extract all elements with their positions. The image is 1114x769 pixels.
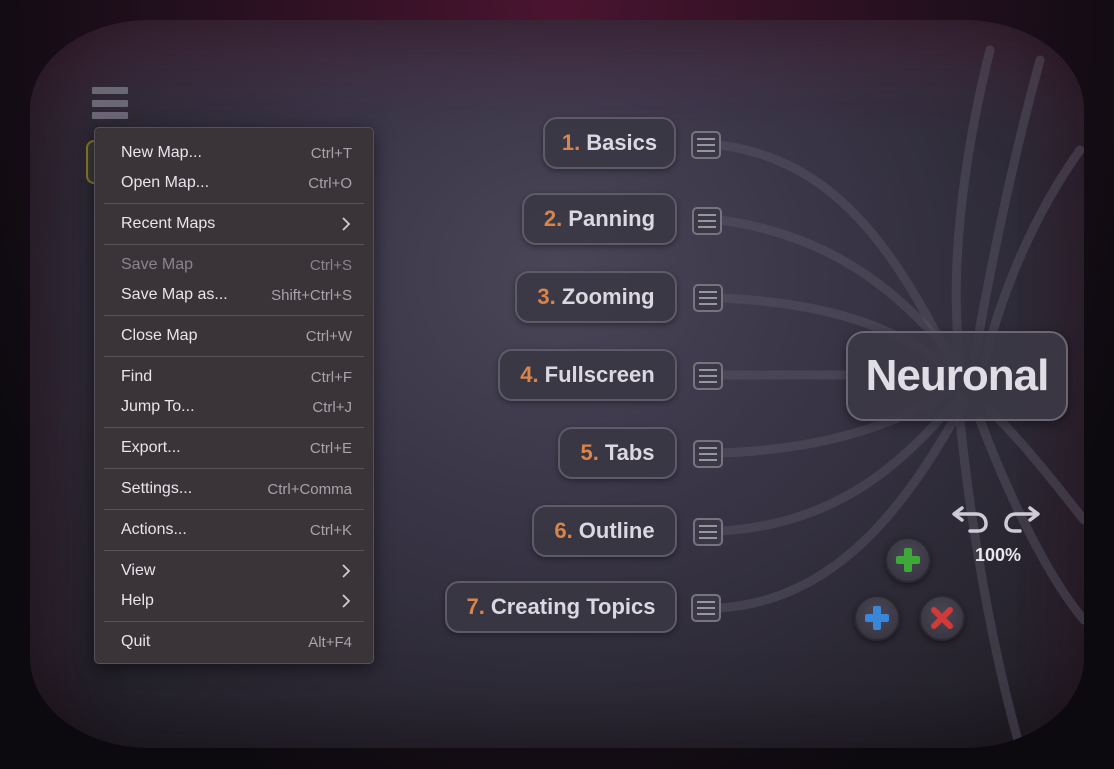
menu-separator bbox=[104, 356, 364, 357]
chevron-right-icon bbox=[342, 594, 351, 608]
menu-separator bbox=[104, 315, 364, 316]
menu-item-quit[interactable]: Quit Alt+F4 bbox=[95, 627, 373, 657]
topic-number: 4. bbox=[520, 362, 539, 387]
menu-item-shortcut: Alt+F4 bbox=[308, 633, 352, 651]
note-icon[interactable] bbox=[693, 440, 723, 468]
note-icon[interactable] bbox=[693, 362, 723, 390]
menu-item-shortcut: Ctrl+T bbox=[310, 144, 352, 162]
menu-item-shortcut: Ctrl+K bbox=[309, 521, 352, 539]
menu-separator bbox=[104, 427, 364, 428]
menu-separator bbox=[104, 468, 364, 469]
delete-topic-button[interactable] bbox=[919, 595, 965, 641]
menu-item-label: New Map... bbox=[121, 144, 202, 161]
menu-item-label: Settings... bbox=[121, 480, 193, 497]
topic-label: Creating Topics bbox=[490, 594, 656, 619]
menu-item-find[interactable]: Find Ctrl+F bbox=[95, 362, 373, 392]
topic-number: 1. bbox=[561, 130, 581, 155]
chevron-right-icon bbox=[342, 217, 351, 231]
root-topic[interactable]: Neuronal bbox=[846, 331, 1068, 421]
menu-item-actions[interactable]: Actions... Ctrl+K bbox=[95, 515, 373, 545]
note-icon[interactable] bbox=[691, 594, 721, 622]
menu-item-shortcut: Ctrl+J bbox=[312, 398, 352, 416]
app-window: 1. Basics 2. Panning 3. Zooming 4. Fulls… bbox=[0, 0, 1114, 769]
menu-item-label: Find bbox=[121, 368, 153, 385]
menu-item-label: View bbox=[121, 562, 156, 579]
topic-fullscreen[interactable]: 4. Fullscreen bbox=[498, 349, 677, 401]
menu-item-close-map[interactable]: Close Map Ctrl+W bbox=[95, 321, 373, 351]
menu-item-label: Open Map... bbox=[121, 174, 210, 191]
zoom-level: 100% bbox=[974, 545, 1022, 565]
topic-panning[interactable]: 2. Panning bbox=[522, 193, 677, 245]
topic-label: Fullscreen bbox=[544, 362, 655, 387]
topic-number: 3. bbox=[537, 284, 556, 309]
menu-item-label: Help bbox=[121, 592, 154, 609]
menu-separator bbox=[104, 509, 364, 510]
delete-icon bbox=[931, 607, 953, 629]
hamburger-line bbox=[91, 98, 129, 108]
menu-separator bbox=[104, 621, 364, 622]
add-child-icon bbox=[896, 548, 920, 572]
menu-item-view[interactable]: View bbox=[95, 556, 373, 586]
menu-item-label: Save Map as... bbox=[121, 286, 228, 303]
menu-item-label: Export... bbox=[121, 439, 181, 456]
topic-number: 2. bbox=[543, 206, 563, 231]
add-sibling-button[interactable] bbox=[854, 595, 900, 641]
topic-zooming[interactable]: 3. Zooming bbox=[515, 271, 677, 323]
topic-label: Zooming bbox=[561, 284, 655, 309]
topic-label: Panning bbox=[568, 206, 656, 231]
topic-outline[interactable]: 6. Outline bbox=[532, 505, 677, 557]
redo-icon[interactable] bbox=[1000, 500, 1042, 534]
menu-item-label: Actions... bbox=[121, 521, 187, 538]
hamburger-line bbox=[91, 86, 129, 95]
topic-number: 5. bbox=[580, 440, 599, 465]
menu-item-open-map[interactable]: Open Map... Ctrl+O bbox=[95, 168, 373, 198]
undo-icon[interactable] bbox=[950, 500, 992, 534]
add-sibling-icon bbox=[865, 606, 889, 630]
topic-number: 6. bbox=[554, 518, 573, 543]
topic-label: Outline bbox=[578, 518, 655, 543]
topic-label: Tabs bbox=[604, 440, 655, 465]
topic-basics[interactable]: 1. Basics bbox=[543, 117, 676, 169]
menu-item-export[interactable]: Export... Ctrl+E bbox=[95, 433, 373, 463]
menu-item-save-map-as[interactable]: Save Map as... Shift+Ctrl+S bbox=[95, 280, 373, 310]
note-icon[interactable] bbox=[692, 207, 722, 235]
menu-item-shortcut: Shift+Ctrl+S bbox=[271, 286, 352, 304]
menu-item-label: Save Map bbox=[121, 256, 194, 273]
hamburger-line bbox=[91, 111, 129, 120]
menu-item-save-map: Save Map Ctrl+S bbox=[95, 250, 373, 280]
menu-item-jump-to[interactable]: Jump To... Ctrl+J bbox=[95, 392, 373, 422]
menu-item-shortcut: Ctrl+O bbox=[308, 174, 352, 192]
menu-item-label: Quit bbox=[121, 633, 151, 650]
menu-item-label: Close Map bbox=[121, 327, 198, 344]
menu-item-shortcut: Ctrl+F bbox=[310, 368, 352, 386]
topic-label: Basics bbox=[586, 130, 658, 155]
menu-item-shortcut: Ctrl+Comma bbox=[267, 480, 352, 498]
chevron-right-icon bbox=[342, 564, 351, 578]
menu-separator bbox=[104, 550, 364, 551]
main-menu-button[interactable] bbox=[91, 86, 129, 120]
menu-separator bbox=[104, 244, 364, 245]
note-icon[interactable] bbox=[693, 284, 723, 312]
main-menu: New Map... Ctrl+T Open Map... Ctrl+O Rec… bbox=[94, 127, 374, 664]
menu-item-label: Recent Maps bbox=[121, 215, 216, 232]
menu-item-shortcut: Ctrl+S bbox=[309, 256, 352, 274]
menu-item-shortcut: Ctrl+E bbox=[309, 439, 352, 457]
topic-tabs[interactable]: 5. Tabs bbox=[558, 427, 677, 479]
menu-item-help[interactable]: Help bbox=[95, 586, 373, 616]
menu-item-new-map[interactable]: New Map... Ctrl+T bbox=[95, 138, 373, 168]
note-icon[interactable] bbox=[693, 518, 723, 546]
menu-separator bbox=[104, 203, 364, 204]
menu-item-settings[interactable]: Settings... Ctrl+Comma bbox=[95, 474, 373, 504]
topic-creating-topics[interactable]: 7. Creating Topics bbox=[445, 581, 677, 633]
add-child-button[interactable] bbox=[885, 537, 931, 583]
menu-item-shortcut: Ctrl+W bbox=[305, 327, 352, 345]
note-icon[interactable] bbox=[691, 131, 721, 159]
menu-item-recent-maps[interactable]: Recent Maps bbox=[95, 209, 373, 239]
topic-number: 7. bbox=[466, 594, 485, 619]
menu-item-label: Jump To... bbox=[121, 398, 195, 415]
